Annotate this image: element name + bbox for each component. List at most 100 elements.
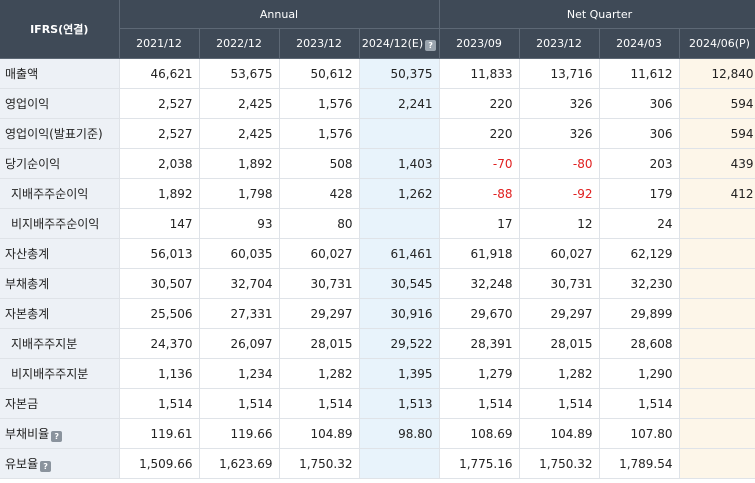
row-label: 유보율 <box>5 457 39 471</box>
row-label: 부채비율 <box>5 427 50 441</box>
row-label-cell: 지배주주지분 <box>0 328 120 359</box>
value-cell: 1,290 <box>599 358 680 389</box>
value-cell: 1,789.54 <box>599 448 680 479</box>
value-cell: 1,514 <box>439 388 520 419</box>
value-cell: 30,916 <box>359 298 440 329</box>
table-row: 지배주주지분 24,370 26,097 28,015 29,522 28,391 28,0… <box>0 328 755 359</box>
value-cell: 32,248 <box>439 268 520 299</box>
value-cell: 107.80 <box>599 418 680 449</box>
value-cell: 28,015 <box>519 328 600 359</box>
row-label-cell: 매출액 <box>0 58 120 89</box>
value-cell: 1,513 <box>359 388 440 419</box>
row-label-cell: 자본금 <box>0 388 120 419</box>
value-cell <box>679 448 755 479</box>
row-label: 비지배주주지분 <box>11 367 89 381</box>
value-cell <box>679 268 755 299</box>
period-header-2023-12: 2023/12 <box>279 28 360 59</box>
row-label-cell: 자본총계 <box>0 298 120 329</box>
value-cell: 98.80 <box>359 418 440 449</box>
period-header-label: 2024/12(E) <box>361 36 424 50</box>
value-cell <box>679 358 755 389</box>
value-cell: 119.61 <box>119 418 200 449</box>
value-cell: 1,576 <box>279 118 360 149</box>
value-cell: 24 <box>599 208 680 239</box>
value-cell <box>679 208 755 239</box>
value-cell: 27,331 <box>199 298 280 329</box>
value-cell: 1,750.32 <box>519 448 600 479</box>
value-cell: -92 <box>519 178 600 209</box>
value-cell: 53,675 <box>199 58 280 89</box>
value-cell: 28,391 <box>439 328 520 359</box>
help-icon[interactable]: ? <box>51 431 63 442</box>
value-cell: 50,612 <box>279 58 360 89</box>
table-corner-header: IFRS(연결) <box>0 0 120 59</box>
value-cell: 93 <box>199 208 280 239</box>
value-cell: 439 <box>679 148 755 179</box>
value-cell: 104.89 <box>519 418 600 449</box>
row-label-cell: 영업이익 <box>0 88 120 119</box>
value-cell: 1,403 <box>359 148 440 179</box>
value-cell: 61,918 <box>439 238 520 269</box>
value-cell: 12,840 <box>679 58 755 89</box>
value-cell: 1,775.16 <box>439 448 520 479</box>
value-cell: 428 <box>279 178 360 209</box>
value-cell: 29,899 <box>599 298 680 329</box>
period-header-2024-06-provisional: 2024/06(P) <box>679 28 755 59</box>
period-header-2024-12-estimate: 2024/12(E)? <box>359 28 440 59</box>
value-cell: 24,370 <box>119 328 200 359</box>
value-cell: 2,241 <box>359 88 440 119</box>
financial-summary-table: IFRS(연결) Annual Net Quarter 2021/12 2022… <box>0 0 755 479</box>
table-row: 지배주주순이익 1,892 1,798 428 1,262 -88 -92 179 412 <box>0 178 755 209</box>
value-cell: 1,892 <box>119 178 200 209</box>
value-cell: 220 <box>439 88 520 119</box>
period-header-2024-03: 2024/03 <box>599 28 680 59</box>
value-cell: 61,461 <box>359 238 440 269</box>
row-label-cell: 부채비율? <box>0 418 120 449</box>
row-label: 비지배주주순이익 <box>11 217 100 231</box>
value-cell: 60,027 <box>519 238 600 269</box>
value-cell: 326 <box>519 118 600 149</box>
table-row: 자본금 1,514 1,514 1,514 1,513 1,514 1,514 1,514 <box>0 388 755 419</box>
value-cell: 30,731 <box>279 268 360 299</box>
annual-group-header: Annual <box>119 0 440 29</box>
value-cell: 30,731 <box>519 268 600 299</box>
value-cell: 1,509.66 <box>119 448 200 479</box>
value-cell <box>679 298 755 329</box>
help-icon[interactable]: ? <box>40 461 52 472</box>
financial-summary-panel: IFRS(연결) Annual Net Quarter 2021/12 2022… <box>0 0 755 483</box>
row-label: 지배주주순이익 <box>11 187 89 201</box>
value-cell: 1,395 <box>359 358 440 389</box>
value-cell: 104.89 <box>279 418 360 449</box>
row-label-cell: 영업이익(발표기준) <box>0 118 120 149</box>
value-cell: 12 <box>519 208 600 239</box>
value-cell <box>679 388 755 419</box>
value-cell: 1,282 <box>519 358 600 389</box>
row-label: 영업이익 <box>5 97 50 111</box>
value-cell: -70 <box>439 148 520 179</box>
row-label-cell: 자산총계 <box>0 238 120 269</box>
value-cell: 60,027 <box>279 238 360 269</box>
value-cell: 1,750.32 <box>279 448 360 479</box>
value-cell: 220 <box>439 118 520 149</box>
table-row: 부채비율? 119.61 119.66 104.89 98.80 108.69 104.89… <box>0 418 755 449</box>
value-cell <box>359 448 440 479</box>
value-cell: 60,035 <box>199 238 280 269</box>
help-icon[interactable]: ? <box>425 39 437 51</box>
value-cell: 50,375 <box>359 58 440 89</box>
period-header-2023-12-quarter: 2023/12 <box>519 28 600 59</box>
table-row: 영업이익(발표기준) 2,527 2,425 1,576 220 326 306 594 <box>0 118 755 149</box>
value-cell: 1,234 <box>199 358 280 389</box>
value-cell: 62,129 <box>599 238 680 269</box>
value-cell: 306 <box>599 118 680 149</box>
value-cell: 108.69 <box>439 418 520 449</box>
value-cell: 1,136 <box>119 358 200 389</box>
value-cell: 2,425 <box>199 118 280 149</box>
value-cell: 25,506 <box>119 298 200 329</box>
table-row: 비지배주주순이익 147 93 80 17 12 24 <box>0 208 755 239</box>
value-cell <box>679 238 755 269</box>
value-cell: 26,097 <box>199 328 280 359</box>
value-cell <box>679 328 755 359</box>
row-label-cell: 비지배주주지분 <box>0 358 120 389</box>
value-cell: 594 <box>679 88 755 119</box>
row-label: 부채총계 <box>5 277 50 291</box>
